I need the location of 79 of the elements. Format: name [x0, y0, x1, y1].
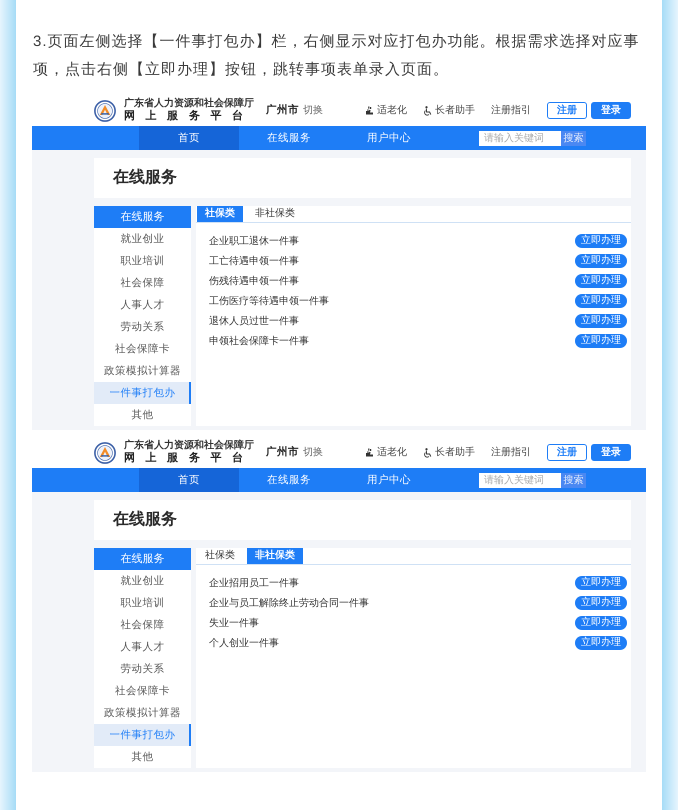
sidebar-item[interactable]: 劳动关系	[94, 658, 191, 680]
sidebar-item[interactable]: 职业培训	[94, 592, 191, 614]
service-name: 工伤医疗等待遇申领一件事	[209, 294, 329, 308]
wheelchair-icon	[423, 106, 432, 116]
sidebar-heading: 在线服务	[94, 206, 191, 228]
apply-button[interactable]: 立即办理	[575, 616, 627, 630]
platform-name: 网上服务平台	[124, 110, 254, 123]
tab[interactable]: 社保类	[197, 206, 243, 222]
apply-button[interactable]: 立即办理	[575, 274, 627, 288]
apply-button[interactable]: 立即办理	[575, 314, 627, 328]
sidebar-item[interactable]: 就业创业	[94, 228, 191, 250]
sidebar-item[interactable]: 政策模拟计算器	[94, 702, 191, 724]
apply-button[interactable]: 立即办理	[575, 334, 627, 348]
nav-tab[interactable]: 在线服务	[239, 468, 339, 492]
service-name: 个人创业一件事	[209, 636, 279, 650]
nav-tab[interactable]: 用户中心	[339, 126, 439, 150]
header-link[interactable]: 长者助手	[423, 103, 475, 118]
service-name: 伤残待遇申领一件事	[209, 274, 299, 288]
logo-icon	[94, 100, 116, 122]
city-switch-link[interactable]: 切换	[303, 445, 323, 460]
city-name: 广州市	[266, 102, 299, 118]
nav-tab[interactable]: 首页	[139, 126, 239, 150]
search-field[interactable]: 请输入关键词	[479, 472, 561, 488]
sidebar-item[interactable]: 社会保障卡	[94, 680, 191, 702]
header-button[interactable]: 注册	[547, 102, 587, 119]
sidebar-item[interactable]: 其他	[94, 404, 191, 426]
service-name: 退休人员过世一件事	[209, 314, 299, 328]
sidebar-item[interactable]: 一件事打包办	[94, 382, 191, 404]
org-name: 广东省人力资源和社会保障厅	[124, 98, 254, 110]
header-button[interactable]: 登录	[591, 444, 631, 461]
sidebar-item[interactable]: 一件事打包办	[94, 724, 191, 746]
wheelchair-icon	[423, 448, 432, 458]
sidebar-item[interactable]: 就业创业	[94, 570, 191, 592]
header-button[interactable]: 登录	[591, 102, 631, 119]
sidebar-item[interactable]: 社会保障	[94, 272, 191, 294]
service-name: 失业一件事	[209, 616, 259, 630]
header-button[interactable]: 注册	[547, 444, 587, 461]
header-link[interactable]: 长者助手	[423, 445, 475, 460]
page-title: 在线服务	[113, 510, 177, 530]
apply-button[interactable]: 立即办理	[575, 576, 627, 590]
sidebar-item[interactable]: 其他	[94, 746, 191, 768]
hand-icon	[365, 106, 374, 115]
header-link[interactable]: 注册指引	[491, 445, 531, 460]
service-name: 企业职工退休一件事	[209, 234, 299, 248]
service-name: 企业与员工解除终止劳动合同一件事	[209, 596, 369, 610]
service-name: 工亡待遇申领一件事	[209, 254, 299, 268]
page-title: 在线服务	[113, 168, 177, 188]
apply-button[interactable]: 立即办理	[575, 254, 627, 268]
nav-tab[interactable]: 用户中心	[339, 468, 439, 492]
header-link[interactable]: 注册指引	[491, 103, 531, 118]
tab[interactable]: 非社保类	[247, 206, 303, 222]
nav-tab[interactable]: 首页	[139, 468, 239, 492]
org-name: 广东省人力资源和社会保障厅	[124, 440, 254, 452]
sidebar-item[interactable]: 政策模拟计算器	[94, 360, 191, 382]
sidebar-item[interactable]: 社会保障	[94, 614, 191, 636]
sidebar-item[interactable]: 人事人才	[94, 636, 191, 658]
search-field[interactable]: 请输入关键词	[479, 130, 561, 146]
sidebar-heading: 在线服务	[94, 548, 191, 570]
service-name: 申领社会保障卡一件事	[209, 334, 309, 348]
header-link[interactable]: 适老化	[365, 445, 407, 460]
apply-button[interactable]: 立即办理	[575, 234, 627, 248]
tab[interactable]: 非社保类	[247, 548, 303, 564]
sidebar-item[interactable]: 社会保障卡	[94, 338, 191, 360]
instruction-text: 3.页面左侧选择【一件事打包办】栏，右侧显示对应打包办功能。根据需求选择对应事项，点击右侧【立即办理】按钮，跳转事项表单录入页面。	[33, 32, 641, 80]
city-switch-link[interactable]: 切换	[303, 103, 323, 118]
apply-button[interactable]: 立即办理	[575, 636, 627, 650]
sidebar-item[interactable]: 人事人才	[94, 294, 191, 316]
hand-icon	[365, 448, 374, 457]
nav-tab[interactable]: 在线服务	[239, 126, 339, 150]
service-name: 企业招用员工一件事	[209, 576, 299, 590]
logo-icon	[94, 442, 116, 464]
apply-button[interactable]: 立即办理	[575, 294, 627, 308]
sidebar-item[interactable]: 职业培训	[94, 250, 191, 272]
tab[interactable]: 社保类	[197, 548, 243, 564]
platform-name: 网上服务平台	[124, 452, 254, 465]
apply-button[interactable]: 立即办理	[575, 596, 627, 610]
sidebar-item[interactable]: 劳动关系	[94, 316, 191, 338]
city-name: 广州市	[266, 444, 299, 460]
header-link[interactable]: 适老化	[365, 103, 407, 118]
